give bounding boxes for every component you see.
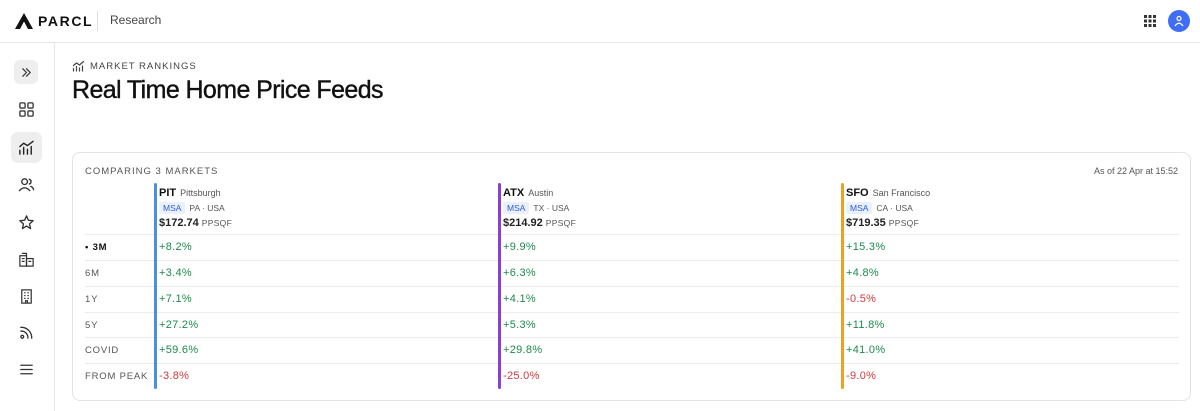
chart-icon — [72, 60, 85, 72]
chart-icon — [19, 140, 34, 155]
buildings-icon — [19, 252, 34, 267]
market-price-unit: PPSQF — [888, 218, 920, 228]
market-location: PA · USA — [189, 203, 225, 213]
sidebar-item-people[interactable] — [11, 169, 42, 200]
market-price-unit: PPSQF — [545, 218, 577, 228]
sidebar-item-menu[interactable] — [11, 354, 42, 385]
price-change-value: +5.3% — [503, 319, 536, 331]
market-title: SFO San Francisco — [846, 187, 930, 199]
price-change-value: -25.0% — [503, 370, 540, 382]
price-change-value: +4.1% — [503, 293, 536, 305]
star-icon — [19, 215, 34, 230]
market-price-value: $172.74 — [159, 217, 199, 229]
market-title: ATX Austin — [503, 187, 576, 199]
market-name: San Francisco — [872, 188, 931, 198]
breadcrumb: MARKET RANKINGS — [72, 60, 197, 72]
market-color-bar — [154, 183, 157, 389]
user-avatar[interactable] — [1168, 10, 1190, 32]
sidebar — [0, 43, 55, 411]
market-location: TX · USA — [533, 203, 570, 213]
market-type-badge: MSA — [846, 202, 873, 214]
market-type-badge: MSA — [503, 202, 530, 214]
period-label[interactable]: 6M — [85, 268, 100, 279]
price-change-value: +27.2% — [159, 319, 199, 331]
price-change-value: +59.6% — [159, 344, 199, 356]
price-change-value: +6.3% — [503, 267, 536, 279]
market-meta: MSA PA · USA — [159, 202, 232, 214]
market-price: $719.35 PPSQF — [846, 217, 930, 229]
price-change-value: -3.8% — [159, 370, 190, 382]
sidebar-item-favorites[interactable] — [11, 207, 42, 238]
row-divider — [85, 363, 1179, 364]
market-location: CA · USA — [876, 203, 913, 213]
market-title: PIT Pittsburgh — [159, 187, 232, 199]
market-code: PIT — [159, 187, 177, 199]
topbar-divider — [97, 11, 98, 31]
market-price-value: $719.35 — [846, 217, 886, 229]
price-change-value: +11.8% — [846, 319, 885, 331]
top-bar: PARCL Research — [0, 0, 1200, 43]
market-price-value: $214.92 — [503, 217, 543, 229]
comparison-heading: COMPARING 3 MARKETS — [85, 166, 219, 177]
grid-icon — [19, 102, 34, 117]
brand-name: PARCL — [38, 13, 94, 29]
price-change-value: +15.3% — [846, 241, 886, 253]
sidebar-item-properties[interactable] — [11, 281, 42, 312]
price-change-value: +4.8% — [846, 267, 879, 279]
row-divider — [85, 286, 1179, 287]
menu-icon — [20, 364, 33, 375]
users-icon — [18, 178, 35, 192]
row-divider — [85, 234, 1179, 235]
breadcrumb-label: MARKET RANKINGS — [90, 60, 197, 72]
price-change-value: +9.9% — [503, 241, 536, 253]
price-change-value: +29.8% — [503, 344, 543, 356]
period-label[interactable]: • 3M — [85, 242, 107, 253]
period-label[interactable]: FROM PEAK — [85, 371, 148, 382]
market-name: Austin — [528, 188, 554, 198]
period-label[interactable]: 5Y — [85, 320, 98, 331]
parcl-logo-icon — [15, 13, 33, 29]
building-icon — [21, 289, 32, 304]
comparison-card: COMPARING 3 MARKETS As of 22 Apr at 15:5… — [72, 152, 1191, 401]
sidebar-expand-button[interactable] — [14, 60, 38, 84]
market-header[interactable]: SFO San Francisco MSA CA · USA $719.35 PPSQF — [846, 187, 930, 229]
row-divider — [85, 312, 1179, 313]
price-change-value: +3.4% — [159, 267, 192, 279]
section-link-research[interactable]: Research — [110, 13, 161, 27]
market-name: Pittsburgh — [180, 188, 221, 198]
period-label[interactable]: 1Y — [85, 294, 98, 305]
as-of-timestamp: As of 22 Apr at 15:52 — [1093, 166, 1178, 176]
signal-icon — [20, 326, 33, 339]
chevrons-right-icon — [21, 67, 31, 77]
price-change-value: +8.2% — [159, 241, 192, 253]
market-color-bar — [841, 183, 844, 389]
market-type-badge: MSA — [159, 202, 186, 214]
market-header[interactable]: ATX Austin MSA TX · USA $214.92 PPSQF — [503, 187, 576, 229]
page-title: Real Time Home Price Feeds — [72, 76, 384, 104]
market-price: $172.74 PPSQF — [159, 217, 232, 229]
price-change-value: -9.0% — [846, 370, 877, 382]
row-divider — [85, 337, 1179, 338]
price-change-value: +41.0% — [846, 344, 886, 356]
sidebar-item-feeds[interactable] — [11, 317, 42, 348]
market-price-unit: PPSQF — [201, 218, 233, 228]
market-meta: MSA TX · USA — [503, 202, 576, 214]
sidebar-item-dashboard[interactable] — [11, 94, 42, 125]
sidebar-item-portfolios[interactable] — [11, 244, 42, 275]
apps-grid-icon[interactable] — [1144, 14, 1156, 27]
sidebar-item-market-rankings[interactable] — [11, 132, 42, 163]
parcl-logo[interactable]: PARCL — [15, 12, 93, 30]
market-code: ATX — [503, 187, 525, 199]
price-change-value: -0.5% — [846, 293, 877, 305]
market-header[interactable]: PIT Pittsburgh MSA PA · USA $172.74 PPSQF — [159, 187, 232, 229]
market-code: SFO — [846, 187, 869, 199]
price-change-value: +7.1% — [159, 293, 192, 305]
market-color-bar — [498, 183, 501, 389]
row-divider — [85, 260, 1179, 261]
user-icon — [1174, 15, 1184, 27]
market-meta: MSA CA · USA — [846, 202, 930, 214]
market-price: $214.92 PPSQF — [503, 217, 576, 229]
period-label[interactable]: COVID — [85, 345, 119, 356]
